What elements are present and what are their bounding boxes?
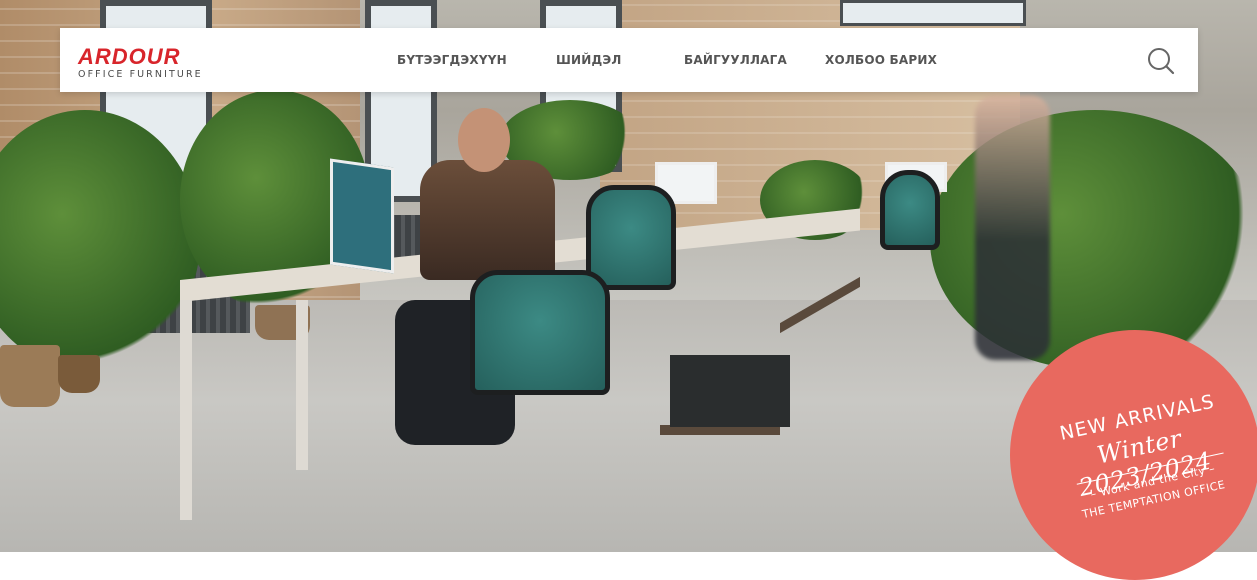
brand-name: ARDOUR: [78, 44, 181, 69]
nav-item-company[interactable]: БАЙГУУЛЛАГА: [684, 53, 787, 67]
person-head: [458, 108, 510, 172]
plant-pot: [58, 355, 100, 393]
promo-badge[interactable]: NEW ARRIVALS Winter 2023/2024 – Work and…: [1010, 330, 1257, 580]
chair: [880, 170, 940, 250]
desk-leg: [296, 300, 308, 470]
plant-pot: [0, 345, 60, 407]
brand-tagline: OFFICE FURNITURE: [78, 69, 203, 80]
brand-logo[interactable]: ARDOUR OFFICE FURNITURE: [78, 46, 203, 81]
window: [840, 0, 1026, 26]
chair: [470, 270, 610, 395]
desk-leg: [180, 300, 192, 520]
site-header: ARDOUR OFFICE FURNITURE БҮТЭЭГДЭХҮҮН ШИЙ…: [60, 28, 1198, 92]
monitor: [330, 158, 394, 274]
storage-box: [670, 355, 790, 427]
walking-person: [975, 95, 1050, 360]
nav-item-contact[interactable]: ХОЛБОО БАРИХ: [825, 53, 937, 67]
nav-item-products[interactable]: БҮТЭЭГДЭХҮҮН: [397, 53, 507, 67]
person: [420, 160, 555, 280]
search-icon[interactable]: [1146, 46, 1176, 76]
chair: [586, 185, 676, 290]
nav-item-solutions[interactable]: ШИЙДЭЛ: [556, 53, 622, 67]
